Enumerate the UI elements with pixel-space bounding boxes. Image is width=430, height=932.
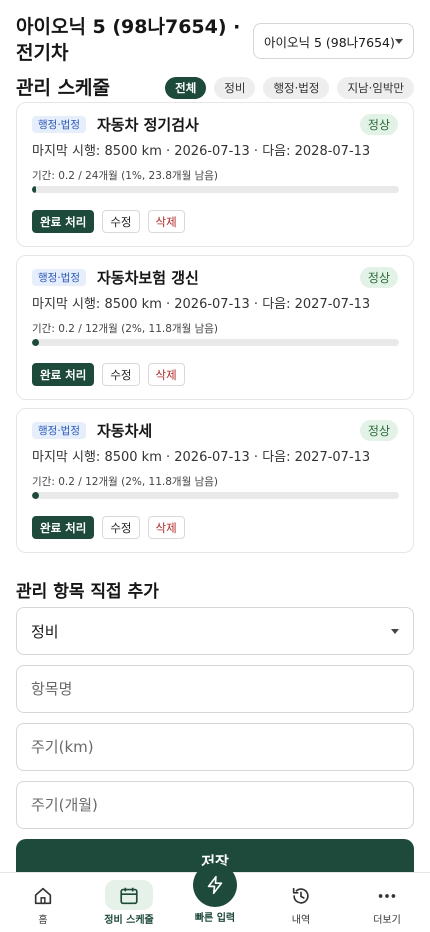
nav-more[interactable]: 더보기 [352, 873, 422, 932]
complete-button[interactable]: 완료 처리 [32, 516, 95, 539]
schedule-item-meta: 마지막 시행: 8500 km · 2026-07-13 · 다음: 2027-… [32, 450, 371, 465]
edit-button[interactable]: 수정 [102, 363, 140, 386]
status-badge: 정상 [359, 114, 398, 135]
nav-schedule-label: 정비 스케줄 [104, 915, 154, 926]
edit-button[interactable]: 수정 [102, 516, 140, 539]
quick-input-label: 빠른 입력 [194, 913, 236, 924]
card-actions: 완료 처리 수정 삭제 [32, 363, 185, 386]
lightning-icon [207, 875, 223, 895]
nav-more-label: 더보기 [373, 915, 401, 926]
filter-chip-legal[interactable]: 행정·법정 [263, 77, 330, 99]
card-actions: 완료 처리 수정 삭제 [32, 210, 185, 233]
filter-chips: 전체 정비 행정·법정 지남·임박만 [165, 77, 414, 99]
progress-bar [32, 186, 399, 193]
history-icon [292, 887, 309, 904]
cycle-km-input[interactable] [31, 738, 399, 756]
vehicle-select-value: 아이오닉 5 (98나7654) [264, 34, 395, 50]
quick-input-button[interactable] [193, 863, 237, 907]
add-item-title: 관리 항목 직접 추가 [16, 582, 159, 602]
schedule-card: 행정·법정 자동차 정기검사 정상 마지막 시행: 8500 km · 2026… [16, 102, 414, 247]
delete-button[interactable]: 삭제 [147, 516, 185, 539]
more-icon [378, 894, 396, 898]
schedule-section-title: 관리 스케줄 [16, 77, 111, 99]
item-name-input[interactable] [31, 680, 399, 698]
schedule-item-meta: 마지막 시행: 8500 km · 2026-07-13 · 다음: 2027-… [32, 297, 371, 312]
progress-fill [32, 186, 36, 193]
item-name-field[interactable] [16, 665, 414, 713]
nav-history-label: 내역 [291, 915, 311, 926]
category-select[interactable]: 정비 [16, 607, 414, 655]
progress-fill [32, 492, 40, 499]
category-badge: 행정·법정 [32, 422, 86, 439]
calendar-icon [120, 887, 138, 905]
complete-button[interactable]: 완료 처리 [32, 363, 95, 386]
page-title: 아이오닉 5 (98나7654) · 전기차 [16, 16, 241, 64]
progress-bar [32, 492, 399, 499]
category-select-value: 정비 [31, 622, 59, 641]
delete-button[interactable]: 삭제 [147, 363, 185, 386]
edit-button[interactable]: 수정 [102, 210, 140, 233]
schedule-item-title: 자동차세 [97, 422, 153, 440]
complete-button[interactable]: 완료 처리 [32, 210, 95, 233]
nav-home-label: 홈 [38, 915, 48, 926]
cycle-km-field[interactable] [16, 723, 414, 771]
nav-home[interactable]: 홈 [8, 873, 78, 932]
cycle-months-input[interactable] [31, 796, 399, 814]
nav-schedule[interactable]: 정비 스케줄 [94, 873, 164, 932]
chevron-down-icon [391, 628, 399, 634]
filter-chip-overdue[interactable]: 지남·임박만 [337, 77, 414, 99]
nav-history[interactable]: 내역 [266, 873, 336, 932]
home-icon [34, 887, 52, 905]
category-badge: 행정·법정 [32, 269, 86, 286]
schedule-item-title: 자동차보험 갱신 [97, 269, 199, 287]
schedule-card: 행정·법정 자동차세 정상 마지막 시행: 8500 km · 2026-07-… [16, 408, 414, 553]
period-text: 기간: 0.2 / 12개월 (2%, 11.8개월 남음) [32, 476, 219, 488]
delete-button[interactable]: 삭제 [147, 210, 185, 233]
period-text: 기간: 0.2 / 12개월 (2%, 11.8개월 남음) [32, 323, 219, 335]
chevron-down-icon [395, 38, 403, 44]
filter-chip-maintenance[interactable]: 정비 [214, 77, 256, 99]
schedule-item-title: 자동차 정기검사 [97, 116, 199, 134]
progress-bar [32, 339, 399, 346]
status-badge: 정상 [359, 267, 398, 288]
cycle-months-field[interactable] [16, 781, 414, 829]
filter-chip-all[interactable]: 전체 [165, 77, 207, 99]
header: 아이오닉 5 (98나7654) · 전기차 아이오닉 5 (98나7654) [16, 14, 414, 66]
schedule-item-meta: 마지막 시행: 8500 km · 2026-07-13 · 다음: 2028-… [32, 144, 371, 159]
period-text: 기간: 0.2 / 24개월 (1%, 23.8개월 남음) [32, 170, 219, 182]
status-badge: 정상 [359, 420, 398, 441]
vehicle-select[interactable]: 아이오닉 5 (98나7654) [253, 23, 414, 59]
progress-fill [32, 339, 40, 346]
category-badge: 행정·법정 [32, 116, 86, 133]
card-actions: 완료 처리 수정 삭제 [32, 516, 185, 539]
schedule-card: 행정·법정 자동차보험 갱신 정상 마지막 시행: 8500 km · 2026… [16, 255, 414, 400]
